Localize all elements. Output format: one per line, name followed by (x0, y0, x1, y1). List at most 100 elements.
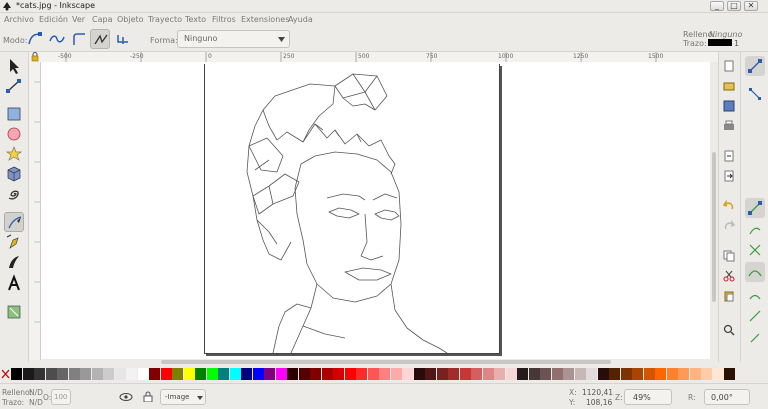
vertical-scroll-thumb[interactable] (712, 152, 716, 302)
menu-extensiones[interactable]: Extensiones (241, 15, 289, 24)
selector-tool[interactable] (4, 56, 24, 76)
pencil-tool[interactable] (4, 212, 24, 232)
menu-ver[interactable]: Ver (72, 15, 85, 24)
palette-swatch[interactable] (367, 368, 379, 380)
palette-swatch[interactable] (218, 368, 229, 380)
no-paint-icon[interactable] (1, 369, 10, 379)
palette-swatch[interactable] (655, 368, 666, 380)
rectangle-tool[interactable] (4, 104, 24, 124)
palette-swatch[interactable] (666, 368, 678, 380)
spiro-mode-button[interactable] (47, 29, 67, 49)
snap-cusp-button[interactable] (745, 262, 765, 282)
open-folder-icon[interactable] (723, 80, 735, 92)
palette-swatch[interactable] (505, 368, 517, 380)
palette-swatch[interactable] (114, 368, 126, 380)
node-tool[interactable] (4, 76, 24, 96)
palette-swatch[interactable] (597, 368, 609, 380)
palette-swatch[interactable] (620, 368, 632, 380)
palette-swatch[interactable] (586, 368, 597, 380)
calligraphy-tool[interactable] (4, 252, 24, 272)
ellipse-tool[interactable] (4, 124, 24, 144)
pen-tool[interactable] (4, 232, 24, 252)
palette-swatch[interactable] (137, 368, 149, 380)
save-icon[interactable] (723, 100, 735, 112)
palette-swatch[interactable] (436, 368, 448, 380)
stroke-swatch[interactable] (708, 39, 732, 46)
star-tool[interactable] (4, 144, 24, 164)
minimize-button[interactable]: _ (710, 1, 724, 11)
spiral-tool[interactable] (4, 184, 24, 204)
palette-swatch[interactable] (701, 368, 712, 380)
menu-texto[interactable]: Texto (185, 15, 206, 24)
palette-swatch[interactable] (712, 368, 724, 380)
palette-swatch[interactable] (482, 368, 494, 380)
menu-objeto[interactable]: Objeto (117, 15, 144, 24)
snap-toggle-button[interactable] (745, 56, 765, 76)
palette-swatch[interactable] (264, 368, 275, 380)
palette-swatch[interactable] (11, 368, 22, 380)
palette-swatch[interactable] (471, 368, 482, 380)
snap-nodes-button[interactable] (745, 198, 765, 218)
palette-swatch[interactable] (540, 368, 551, 380)
zoom-icon[interactable] (723, 324, 735, 336)
close-button[interactable]: ✕ (744, 1, 758, 11)
palette-swatch[interactable] (551, 368, 563, 380)
text-tool[interactable] (4, 274, 24, 294)
palette-swatch[interactable] (402, 368, 413, 380)
palette-swatch[interactable] (609, 368, 620, 380)
palette-swatch[interactable] (206, 368, 218, 380)
palette-swatch[interactable] (34, 368, 45, 380)
menu-filtros[interactable]: Filtros (212, 15, 236, 24)
straight-segments-button[interactable] (113, 29, 133, 49)
snap-midpoint-icon[interactable] (749, 310, 761, 322)
snap-path-icon[interactable] (749, 224, 761, 236)
palette-swatch[interactable] (310, 368, 321, 380)
layer-lock-icon[interactable] (143, 391, 153, 402)
layer-selector[interactable]: -Image (160, 389, 206, 405)
zoom-field[interactable]: 49% (624, 389, 672, 405)
menu-trayecto[interactable]: Trayecto (148, 15, 182, 24)
palette-swatch[interactable] (229, 368, 241, 380)
shape-dropdown[interactable]: Ninguno (177, 30, 290, 48)
palette-swatch[interactable] (413, 368, 425, 380)
palette-swatch[interactable] (333, 368, 344, 380)
palette-swatch[interactable] (195, 368, 206, 380)
palette-swatch[interactable] (298, 368, 310, 380)
menu-archivo[interactable]: Archivo (4, 15, 34, 24)
vertical-ruler[interactable] (28, 62, 41, 360)
drawing-canvas[interactable] (41, 62, 710, 359)
horizontal-scroll-thumb[interactable] (161, 360, 611, 364)
palette-swatch[interactable] (126, 368, 137, 380)
palette-swatch[interactable] (425, 368, 436, 380)
palette-swatch[interactable] (22, 368, 34, 380)
copy-icon[interactable] (723, 250, 735, 262)
gradient-tool[interactable] (4, 302, 24, 322)
paraxial-mode-button[interactable] (90, 29, 110, 49)
bspline-mode-button[interactable] (69, 29, 89, 49)
palette-swatch[interactable] (390, 368, 402, 380)
palette-swatch[interactable] (57, 368, 68, 380)
3d-box-tool[interactable] (4, 164, 24, 184)
palette-swatch[interactable] (45, 368, 57, 380)
rotation-field[interactable]: 0,00° (704, 389, 750, 405)
palette-swatch[interactable] (379, 368, 390, 380)
snap-center-icon[interactable] (749, 332, 761, 344)
import-icon[interactable] (723, 150, 735, 162)
lock-guides-icon[interactable] (30, 52, 40, 62)
palette-swatch[interactable] (183, 368, 195, 380)
palette-swatch[interactable] (172, 368, 183, 380)
opacity-field[interactable]: 100 (51, 389, 71, 405)
eye-visibility-icon[interactable] (119, 392, 133, 402)
redo-icon[interactable] (723, 220, 735, 232)
palette-swatch[interactable] (68, 368, 80, 380)
palette-swatch[interactable] (689, 368, 701, 380)
new-document-icon[interactable] (723, 60, 735, 72)
palette-swatch[interactable] (80, 368, 91, 380)
paste-icon[interactable] (723, 290, 735, 302)
palette-swatch[interactable] (241, 368, 252, 380)
palette-swatch[interactable] (724, 368, 735, 380)
menu-edicion[interactable]: Edición (39, 15, 68, 24)
snap-intersection-icon[interactable] (749, 244, 761, 256)
palette-swatch[interactable] (103, 368, 114, 380)
menu-capa[interactable]: Capa (92, 15, 112, 24)
